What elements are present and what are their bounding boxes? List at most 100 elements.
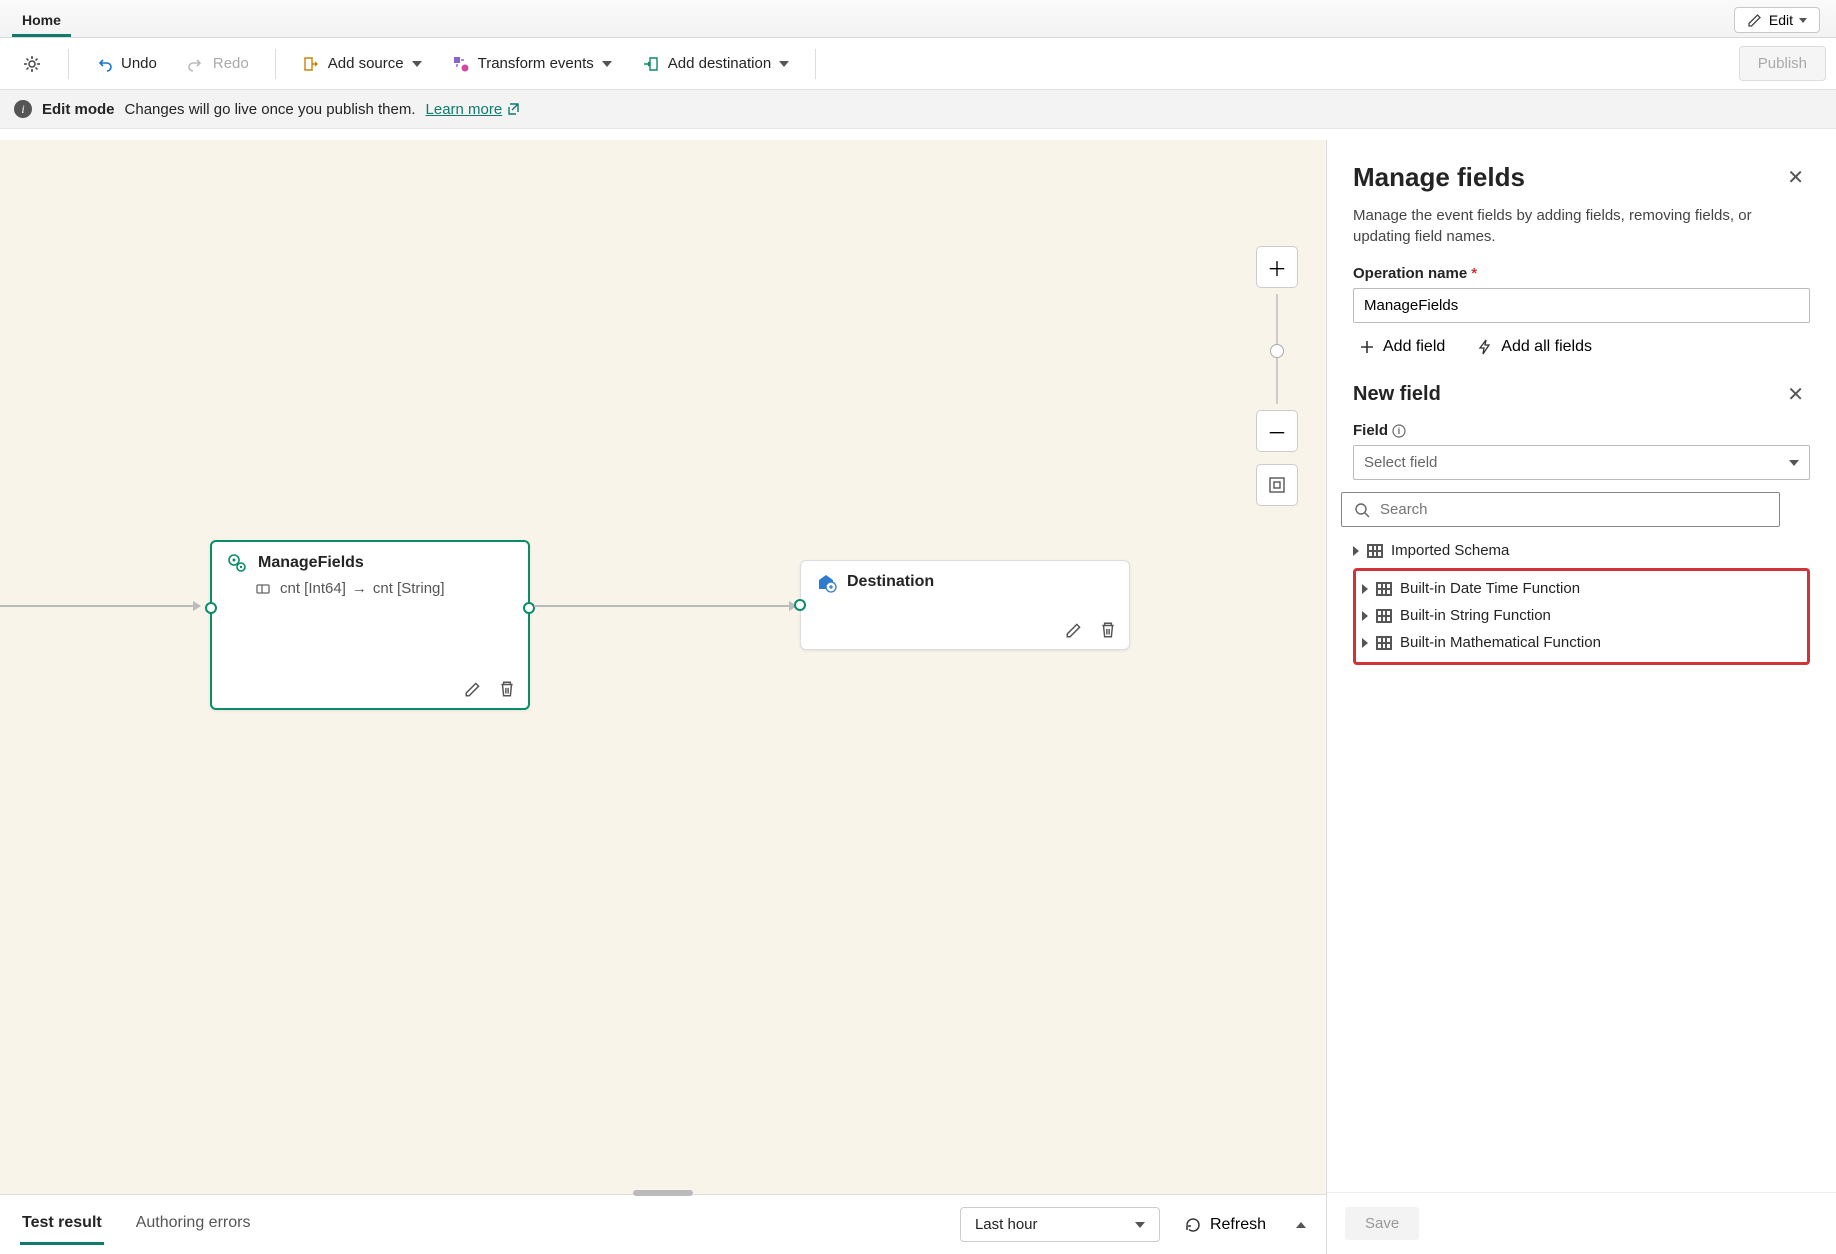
field-search[interactable]: [1341, 492, 1780, 527]
chevron-down-icon: [779, 61, 789, 67]
lightning-icon: [1477, 339, 1493, 355]
info-title: Edit mode: [42, 101, 115, 118]
add-destination-button[interactable]: Add destination: [630, 49, 801, 79]
chevron-down-icon: [602, 61, 612, 67]
expand-panel-button[interactable]: [1296, 1222, 1306, 1228]
node-title: Destination: [847, 573, 934, 591]
chevron-down-icon: [412, 61, 422, 67]
external-link-icon: [506, 102, 520, 116]
pencil-icon: [1747, 12, 1763, 28]
fit-icon: [1268, 476, 1286, 494]
panel-description: Manage the event fields by adding fields…: [1353, 205, 1810, 247]
chevron-right-icon: [1353, 546, 1359, 556]
output-port[interactable]: [523, 602, 535, 614]
refresh-button[interactable]: Refresh: [1178, 1215, 1272, 1235]
tree-label: Built-in String Function: [1400, 607, 1551, 624]
operation-name-label: Operation name*: [1353, 265, 1810, 282]
zoom-in-button[interactable]: ＋: [1256, 246, 1298, 288]
toolbar: Undo Redo Add source Transform events Ad…: [0, 38, 1836, 90]
redo-icon: [187, 55, 205, 73]
settings-button[interactable]: [10, 48, 54, 80]
caret-down-icon: [1799, 18, 1807, 23]
tab-home[interactable]: Home: [12, 4, 71, 37]
field-from: cnt [Int64]: [280, 580, 346, 597]
close-new-field-button[interactable]: ✕: [1781, 381, 1810, 408]
delete-node-button[interactable]: [1097, 619, 1119, 641]
flow-canvas[interactable]: ManageFields cnt [Int64] → cnt [String]: [0, 140, 1326, 1194]
tree-string-functions[interactable]: Built-in String Function: [1362, 602, 1801, 629]
undo-button[interactable]: Undo: [83, 49, 169, 79]
tree-label: Built-in Mathematical Function: [1400, 634, 1601, 651]
info-message: Changes will go live once you publish th…: [125, 101, 416, 118]
table-icon: [1376, 609, 1392, 623]
fit-view-button[interactable]: [1256, 464, 1298, 506]
manage-fields-icon: [226, 552, 248, 574]
edit-node-button[interactable]: [1063, 619, 1085, 641]
field-select[interactable]: Select field: [1353, 445, 1810, 480]
tab-test-result[interactable]: Test result: [20, 1204, 104, 1245]
schema-tree: Imported Schema Built-in Date Time Funct…: [1353, 537, 1810, 665]
add-all-label: Add all fields: [1501, 338, 1592, 356]
pencil-icon: [464, 680, 482, 698]
destination-icon: [642, 55, 660, 73]
tree-imported-schema[interactable]: Imported Schema: [1353, 537, 1810, 564]
input-port[interactable]: [205, 602, 217, 614]
time-range-dropdown[interactable]: Last hour: [960, 1207, 1160, 1242]
edge: [0, 605, 200, 607]
eventhouse-icon: [815, 571, 837, 593]
separator: [275, 49, 276, 79]
info-icon[interactable]: i: [1392, 424, 1406, 438]
tree-datetime-functions[interactable]: Built-in Date Time Function: [1362, 575, 1801, 602]
add-destination-label: Add destination: [668, 55, 771, 72]
add-all-fields-button[interactable]: Add all fields: [1471, 337, 1598, 357]
table-icon: [1367, 544, 1383, 558]
results-bar: Test result Authoring errors Last hour R…: [0, 1194, 1326, 1254]
chevron-down-icon: [1789, 460, 1799, 466]
chevron-down-icon: [1135, 1222, 1145, 1228]
redo-label: Redo: [213, 55, 249, 72]
table-icon: [1376, 582, 1392, 596]
zoom-slider-track[interactable]: [1276, 294, 1278, 404]
transform-label: Transform events: [478, 55, 594, 72]
edit-dropdown-button[interactable]: Edit: [1734, 7, 1820, 33]
chevron-right-icon: [1362, 584, 1368, 594]
canvas-controls: ＋ －: [1256, 240, 1298, 512]
field-select-placeholder: Select field: [1364, 454, 1437, 471]
operation-name-input[interactable]: [1353, 288, 1810, 323]
node-destination[interactable]: Destination: [800, 560, 1130, 650]
panel-resize-handle[interactable]: [633, 1190, 693, 1196]
edit-node-button[interactable]: [462, 678, 484, 700]
redo-button[interactable]: Redo: [175, 49, 261, 79]
time-range-value: Last hour: [975, 1216, 1038, 1233]
table-icon: [1376, 636, 1392, 650]
zoom-out-button[interactable]: －: [1256, 410, 1298, 452]
chevron-right-icon: [1362, 611, 1368, 621]
refresh-label: Refresh: [1210, 1216, 1266, 1234]
undo-icon: [95, 55, 113, 73]
edit-mode-info-bar: i Edit mode Changes will go live once yo…: [0, 90, 1836, 129]
field-to: cnt [String]: [373, 580, 445, 597]
trash-icon: [498, 680, 516, 698]
learn-more-link[interactable]: Learn more: [426, 101, 521, 118]
source-icon: [302, 55, 320, 73]
field-search-input[interactable]: [1378, 500, 1769, 519]
edit-button-label: Edit: [1769, 12, 1793, 28]
node-managefields[interactable]: ManageFields cnt [Int64] → cnt [String]: [210, 540, 530, 710]
edge: [534, 605, 796, 607]
builtin-functions-highlight: Built-in Date Time Function Built-in Str…: [1353, 568, 1810, 665]
tree-label: Built-in Date Time Function: [1400, 580, 1580, 597]
plus-icon: [1359, 339, 1375, 355]
input-port[interactable]: [794, 599, 806, 611]
transform-events-button[interactable]: Transform events: [440, 49, 624, 79]
zoom-slider-thumb[interactable]: [1270, 344, 1284, 358]
publish-button[interactable]: Publish: [1739, 46, 1826, 81]
close-panel-button[interactable]: ✕: [1781, 164, 1810, 191]
add-source-button[interactable]: Add source: [290, 49, 434, 79]
add-field-label: Add field: [1383, 338, 1445, 356]
add-field-button[interactable]: Add field: [1353, 337, 1451, 357]
tree-label: Imported Schema: [1391, 542, 1509, 559]
tree-math-functions[interactable]: Built-in Mathematical Function: [1362, 629, 1801, 656]
tab-authoring-errors[interactable]: Authoring errors: [134, 1204, 253, 1245]
save-button[interactable]: Save: [1345, 1207, 1419, 1240]
delete-node-button[interactable]: [496, 678, 518, 700]
